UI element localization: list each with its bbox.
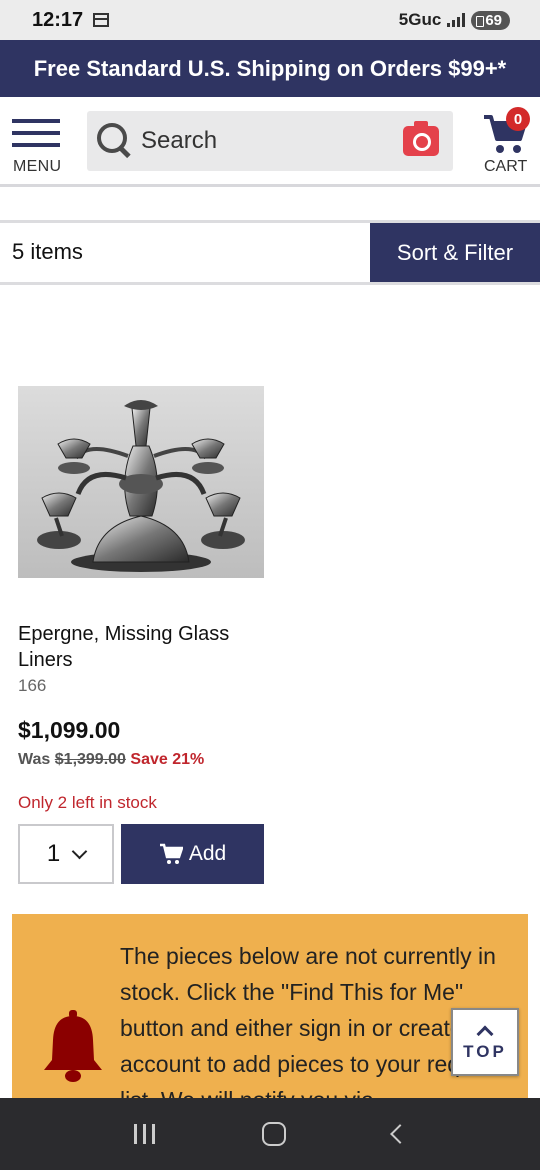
signal-icon <box>447 13 466 27</box>
product-sku: 166 <box>18 676 47 695</box>
sort-filter-button[interactable]: Sort & Filter <box>370 223 540 282</box>
calendar-icon <box>93 13 110 27</box>
quantity-select[interactable]: 1 <box>18 824 114 884</box>
results-bar: 5 items Sort & Filter <box>0 220 540 285</box>
battery-level: 69 <box>485 11 502 29</box>
chevron-down-icon <box>71 843 88 859</box>
price-comparison: Was $1,399.00 Save 21% <box>18 751 204 769</box>
menu-label: MENU <box>13 158 62 175</box>
status-time: 12:17 <box>32 8 84 31</box>
home-icon[interactable] <box>261 1122 286 1146</box>
was-label: Was <box>18 751 51 768</box>
search-input[interactable]: Search <box>141 127 403 155</box>
promo-banner[interactable]: Free Standard U.S. Shipping on Orders $9… <box>0 40 540 97</box>
status-bar: 12:17 5Guc 69 <box>0 0 540 40</box>
cart-label: CART <box>484 158 528 175</box>
was-price: $1,399.00 <box>54 751 126 768</box>
search-bar[interactable]: Search <box>87 111 453 171</box>
stock-status: Only 2 left in stock <box>18 793 157 812</box>
system-nav-bar <box>0 1098 540 1170</box>
top-label: TOP <box>463 1042 507 1061</box>
hamburger-icon <box>12 119 68 147</box>
camera-search-icon[interactable] <box>403 121 439 156</box>
network-type: 5Guc <box>398 10 442 29</box>
save-percent: Save 21% <box>130 751 205 768</box>
product-price: $1,099.00 <box>18 717 121 743</box>
quantity-value: 1 <box>46 840 61 867</box>
add-to-cart-button[interactable]: Add <box>121 824 264 884</box>
search-icon <box>97 123 133 159</box>
back-icon[interactable] <box>389 1124 410 1144</box>
cart-count-badge: 0 <box>506 107 530 131</box>
menu-button[interactable]: MENU <box>12 119 68 179</box>
add-button-label: Add <box>188 842 227 865</box>
product-name[interactable]: Epergne, Missing Glass Liners <box>18 621 268 673</box>
cart-icon <box>159 843 183 864</box>
site-header: MENU Search 0 CART <box>0 97 540 187</box>
promo-text: Free Standard U.S. Shipping on Orders $9… <box>33 55 507 81</box>
chevron-up-icon <box>476 1025 494 1043</box>
cart-button[interactable]: 0 CART <box>478 105 534 181</box>
battery-icon: 69 <box>471 10 510 30</box>
recent-apps-icon[interactable] <box>133 1124 155 1144</box>
bell-icon <box>44 1010 102 1082</box>
back-to-top-button[interactable]: TOP <box>451 1008 519 1076</box>
result-count: 5 items <box>12 239 83 264</box>
product-image[interactable] <box>18 386 264 578</box>
